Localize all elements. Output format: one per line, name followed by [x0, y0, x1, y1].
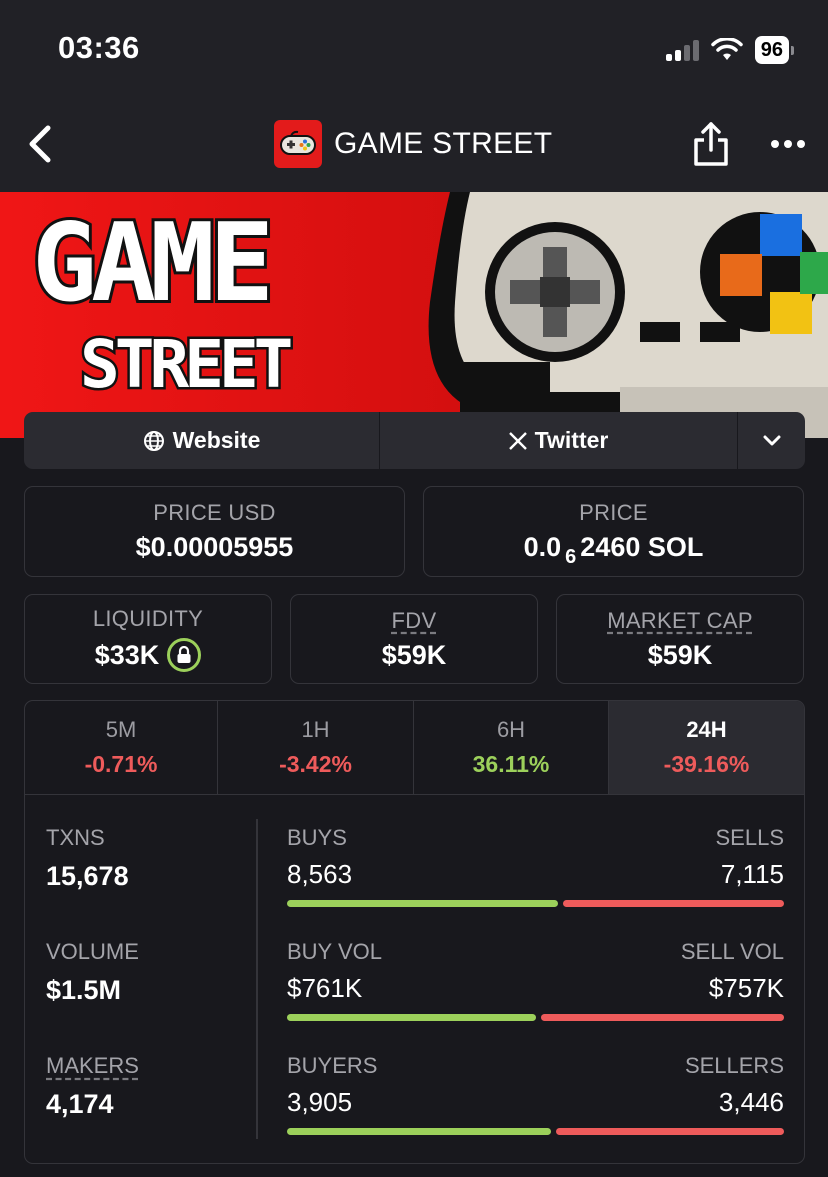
battery-indicator: 96 [754, 36, 794, 64]
market-cap-label[interactable]: MARKET CAP [607, 608, 753, 634]
buy-segment [287, 1128, 551, 1135]
back-chevron-icon[interactable] [24, 122, 56, 166]
volume-ratio-bar [287, 1014, 784, 1021]
sells-value: 7,115 [720, 859, 784, 889]
chevron-down-icon [763, 435, 780, 445]
buyers-label: BUYERS [287, 1053, 378, 1078]
buys-sells-ratio-bar [287, 900, 784, 907]
volume-stat: VOLUME $1.5M [46, 939, 139, 1006]
more-dots-icon[interactable] [770, 135, 806, 153]
tab-5m[interactable]: 5M -0.71% [25, 701, 218, 794]
website-label: Website [172, 427, 261, 453]
sell-segment [563, 900, 784, 907]
volume-split-stat: BUY VOL SELL VOL $761K $757K [287, 939, 784, 1021]
tab-change: 36.11% [472, 751, 550, 777]
sell-segment [540, 1014, 784, 1021]
status-time: 03:36 [58, 30, 140, 65]
price-usd-value: $0.00005955 [135, 532, 294, 562]
price-sol-value: 0.0 6 2460 SOL [523, 532, 704, 568]
more-links-toggle[interactable] [738, 412, 805, 469]
liquidity-label: LIQUIDITY [92, 606, 204, 631]
tab-label: 1H [301, 717, 330, 742]
price-usd-card: PRICE USD $0.00005955 [24, 486, 405, 577]
nav-title: GAME STREET [274, 120, 552, 168]
liquidity-value-row: $33K [95, 638, 202, 672]
sells-label: SELLS [715, 825, 785, 850]
makers-stat: MAKERS 4,174 [46, 1053, 139, 1120]
stats-divider [256, 819, 258, 1139]
txns-stat: TXNS 15,678 [46, 825, 129, 892]
token-name: GAME STREET [334, 127, 553, 160]
status-indicators: 96 [665, 36, 794, 64]
sell-vol-label: SELL VOL [680, 939, 784, 964]
price-sol-prefix: 0.0 [523, 532, 562, 562]
price-sol-digits: 2460 SOL [580, 532, 704, 562]
wifi-icon [711, 38, 743, 60]
buys-label: BUYS [287, 825, 347, 850]
sellers-value: 3,446 [718, 1087, 784, 1117]
fdv-value: $59K [381, 639, 447, 670]
liquidity-value: $33K [94, 639, 160, 670]
tab-change: -3.42% [279, 751, 352, 777]
timeframe-tabs: 5M -0.71% 1H -3.42% 6H 36.11% 24H -39.16… [25, 701, 804, 795]
sellers-label: SELLERS [684, 1053, 784, 1078]
tab-label: 6H [496, 717, 526, 742]
lock-icon[interactable] [167, 638, 202, 672]
market-cap-card: MARKET CAP $59K [556, 594, 804, 684]
buys-value: 8,563 [287, 859, 353, 889]
fdv-card: FDV $59K [290, 594, 538, 684]
battery-level: 96 [754, 36, 789, 64]
buy-vol-label: BUY VOL [287, 939, 382, 964]
volume-value: $1.5M [46, 975, 122, 1005]
stats-body: TXNS 15,678 VOLUME $1.5M MAKERS 4,174 BU… [25, 795, 804, 1163]
tab-1h[interactable]: 1H -3.42% [218, 701, 414, 794]
svg-text:GAME: GAME [32, 201, 268, 326]
buyers-ratio-bar [287, 1128, 784, 1135]
globe-icon [143, 430, 164, 451]
price-usd-label: PRICE USD [153, 500, 276, 525]
makers-label[interactable]: MAKERS [46, 1053, 139, 1079]
liquidity-card: LIQUIDITY $33K [24, 594, 272, 684]
makers-value: 4,174 [46, 1089, 114, 1119]
website-link[interactable]: Website [24, 412, 380, 469]
buyers-sellers-stat: BUYERS SELLERS 3,905 3,446 [287, 1053, 784, 1135]
tab-6h[interactable]: 6H 36.11% [414, 701, 609, 794]
tab-change: -0.71% [84, 751, 158, 777]
buys-sells-stat: BUYS SELLS 8,563 7,115 [287, 825, 784, 907]
cellular-signal-icon [665, 39, 699, 61]
twitter-label: Twitter [534, 427, 609, 453]
sell-segment [555, 1128, 784, 1135]
buyers-value: 3,905 [287, 1087, 353, 1117]
gamepad-logo-icon [274, 120, 322, 168]
buy-segment [287, 900, 559, 907]
sell-vol-value: $757K [708, 973, 784, 1003]
tab-24h[interactable]: 24H -39.16% [609, 701, 804, 794]
price-sol-zero-count: 6 [565, 546, 577, 568]
txns-value: 15,678 [46, 861, 129, 891]
tab-label: 5M [105, 717, 137, 742]
social-links-bar: Website Twitter [24, 412, 805, 469]
share-icon[interactable] [692, 120, 730, 168]
stats-panel: 5M -0.71% 1H -3.42% 6H 36.11% 24H -39.16… [24, 700, 805, 1164]
fdv-label[interactable]: FDV [392, 608, 437, 634]
market-cap-value: $59K [647, 639, 713, 670]
twitter-link[interactable]: Twitter [380, 412, 738, 469]
token-banner: GAME STREET [0, 192, 828, 438]
buy-vol-value: $761K [287, 973, 363, 1003]
price-sol-card: PRICE 0.0 6 2460 SOL [423, 486, 804, 577]
tab-change: -39.16% [663, 751, 750, 777]
svg-text:STREET: STREET [80, 326, 291, 403]
volume-label: VOLUME [46, 939, 139, 964]
buy-segment [287, 1014, 536, 1021]
x-logo-icon [508, 431, 527, 450]
price-sol-label: PRICE [579, 500, 648, 525]
tab-label: 24H [686, 717, 727, 742]
txns-label: TXNS [46, 825, 105, 850]
